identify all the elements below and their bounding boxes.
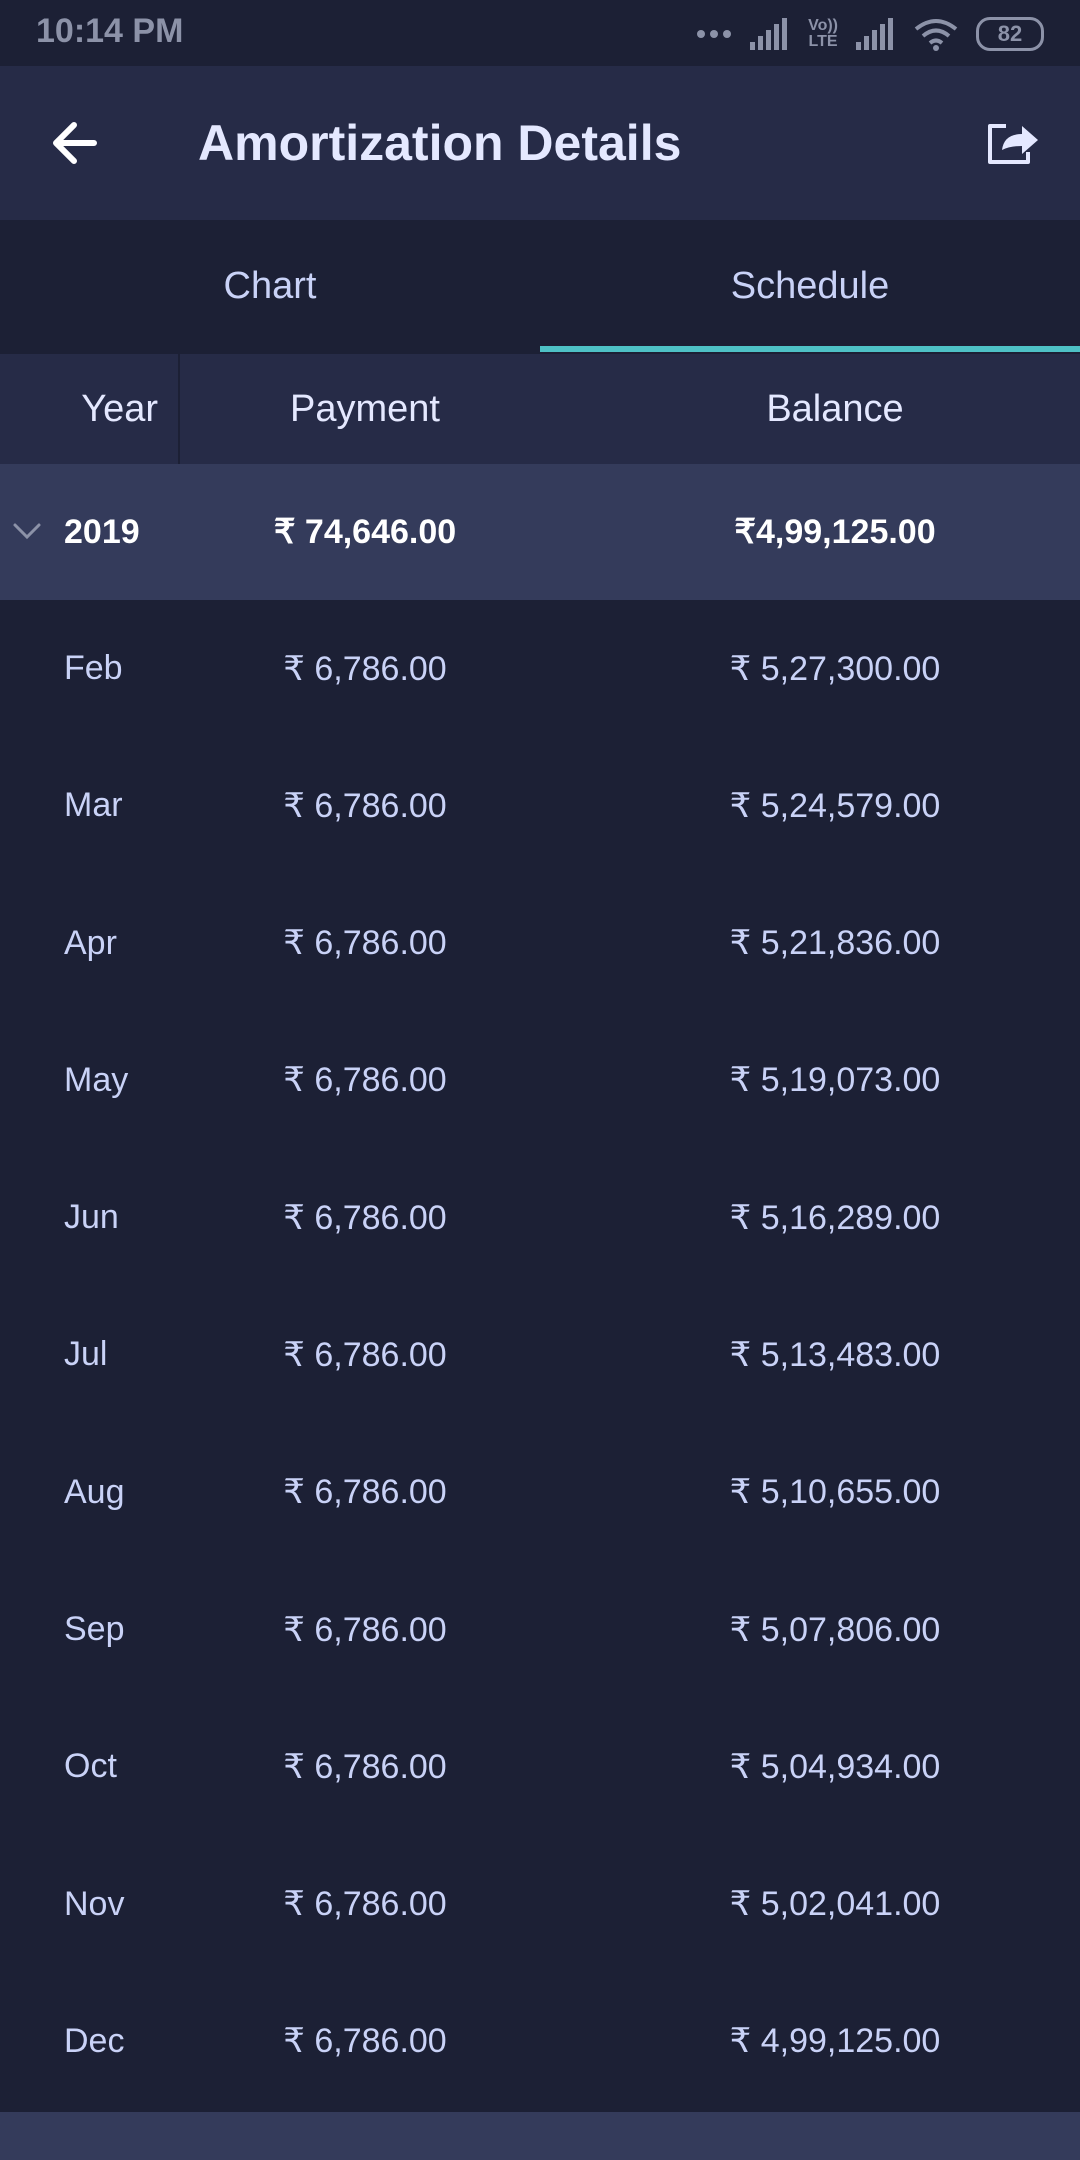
battery-icon: 82 (976, 17, 1044, 51)
table-row: Oct ₹ 6,786.00 ₹ 5,04,934.00 (0, 1698, 1080, 1835)
table-header: Year Payment Balance (0, 354, 1080, 464)
balance-cell: ₹ 4,99,125.00 (729, 2022, 941, 2061)
balance-cell: ₹ 5,24,579.00 (729, 786, 941, 825)
more-dots-icon (697, 30, 732, 38)
arrow-left-icon[interactable] (46, 113, 106, 173)
app-root: 10:14 PM Vo)) LTE 82 Amortization Detail… (0, 0, 1080, 2160)
balance-cell: ₹ 5,10,655.00 (729, 1473, 941, 1512)
signal-strength-2-icon (856, 18, 893, 50)
month-cell: Nov (64, 1884, 125, 1923)
header-balance: Balance (766, 387, 904, 430)
payment-cell: ₹ 6,786.00 (283, 1610, 447, 1649)
payment-cell: ₹ 6,786.00 (283, 786, 447, 825)
tab-schedule[interactable]: Schedule (540, 220, 1080, 352)
payment-cell: ₹ 6,786.00 (283, 1061, 447, 1100)
month-cell: Sep (64, 1610, 125, 1649)
balance-cell: ₹ 5,27,300.00 (729, 649, 941, 688)
table-row: May ₹ 6,786.00 ₹ 5,19,073.00 (0, 1012, 1080, 1149)
tab-bar: Chart Schedule (0, 220, 1080, 352)
share-icon[interactable] (984, 116, 1042, 168)
table-row: Mar ₹ 6,786.00 ₹ 5,24,579.00 (0, 737, 1080, 874)
balance-cell: ₹ 5,19,073.00 (729, 1061, 941, 1100)
payment-cell: ₹ 6,786.00 (283, 2022, 447, 2061)
app-bar: Amortization Details (0, 66, 1080, 220)
month-cell: May (64, 1060, 129, 1099)
month-cell: Feb (64, 649, 123, 687)
month-rows: Feb ₹ 6,786.00 ₹ 5,27,300.00 Mar ₹ 6,786.00 ₹… (0, 600, 1080, 2110)
payment-cell: ₹ 6,786.00 (283, 1198, 447, 1237)
status-bar: 10:14 PM Vo)) LTE 82 (0, 0, 1080, 66)
month-cell: Aug (64, 1472, 125, 1511)
balance-cell: ₹ 5,04,934.00 (729, 1747, 941, 1786)
payment-cell: ₹ 6,786.00 (283, 1885, 447, 1924)
header-payment: Payment (290, 387, 440, 430)
table-row: Jun ₹ 6,786.00 ₹ 5,16,289.00 (0, 1149, 1080, 1286)
year-payment: ₹ 74,646.00 (273, 513, 457, 551)
status-icons: Vo)) LTE 82 (696, 14, 1044, 54)
tab-chart[interactable]: Chart (0, 220, 540, 352)
balance-cell: ₹ 5,02,041.00 (729, 1885, 941, 1924)
payment-cell: ₹ 6,786.00 (283, 649, 447, 688)
volte-label: Vo)) (808, 17, 838, 34)
volte-lte-icon: Vo)) LTE (808, 18, 838, 50)
balance-cell: ₹ 5,07,806.00 (729, 1610, 941, 1649)
table-row: Aug ₹ 6,786.00 ₹ 5,10,655.00 (0, 1424, 1080, 1561)
month-cell: Mar (64, 786, 123, 825)
wifi-icon (914, 19, 958, 51)
balance-cell: ₹ 5,13,483.00 (729, 1335, 941, 1374)
month-cell: Dec (64, 2021, 125, 2060)
table-row: Apr ₹ 6,786.00 ₹ 5,21,836.00 (0, 875, 1080, 1012)
month-cell: Jul (64, 1335, 108, 1374)
year-group-row[interactable]: 2019 ₹ 74,646.00 ₹4,99,125.00 (0, 464, 1080, 600)
month-cell: Oct (64, 1747, 117, 1786)
year-balance: ₹4,99,125.00 (734, 513, 936, 551)
header-year: Year (0, 354, 180, 464)
chevron-down-icon[interactable] (12, 516, 42, 546)
year-label: 2019 (64, 512, 140, 551)
payment-cell: ₹ 6,786.00 (283, 1473, 447, 1512)
table-row: Sep ₹ 6,786.00 ₹ 5,07,806.00 (0, 1561, 1080, 1698)
month-cell: Jun (64, 1198, 119, 1237)
table-row: Jul ₹ 6,786.00 ₹ 5,13,483.00 (0, 1286, 1080, 1423)
payment-cell: ₹ 6,786.00 (283, 1747, 447, 1786)
status-time: 10:14 PM (36, 12, 184, 50)
balance-cell: ₹ 5,16,289.00 (729, 1198, 941, 1237)
payment-cell: ₹ 6,786.00 (283, 924, 447, 963)
table-row: Nov ₹ 6,786.00 ₹ 5,02,041.00 (0, 1836, 1080, 1973)
payment-cell: ₹ 6,786.00 (283, 1335, 447, 1374)
month-cell: Apr (64, 923, 117, 962)
next-year-row[interactable] (0, 2112, 1080, 2160)
signal-strength-icon (750, 18, 788, 50)
table-row: Feb ₹ 6,786.00 ₹ 5,27,300.00 (0, 600, 1080, 737)
lte-label: LTE (808, 33, 838, 50)
page-title: Amortization Details (198, 115, 682, 171)
table-row: Dec ₹ 6,786.00 ₹ 4,99,125.00 (0, 1973, 1080, 2110)
balance-cell: ₹ 5,21,836.00 (729, 924, 941, 963)
